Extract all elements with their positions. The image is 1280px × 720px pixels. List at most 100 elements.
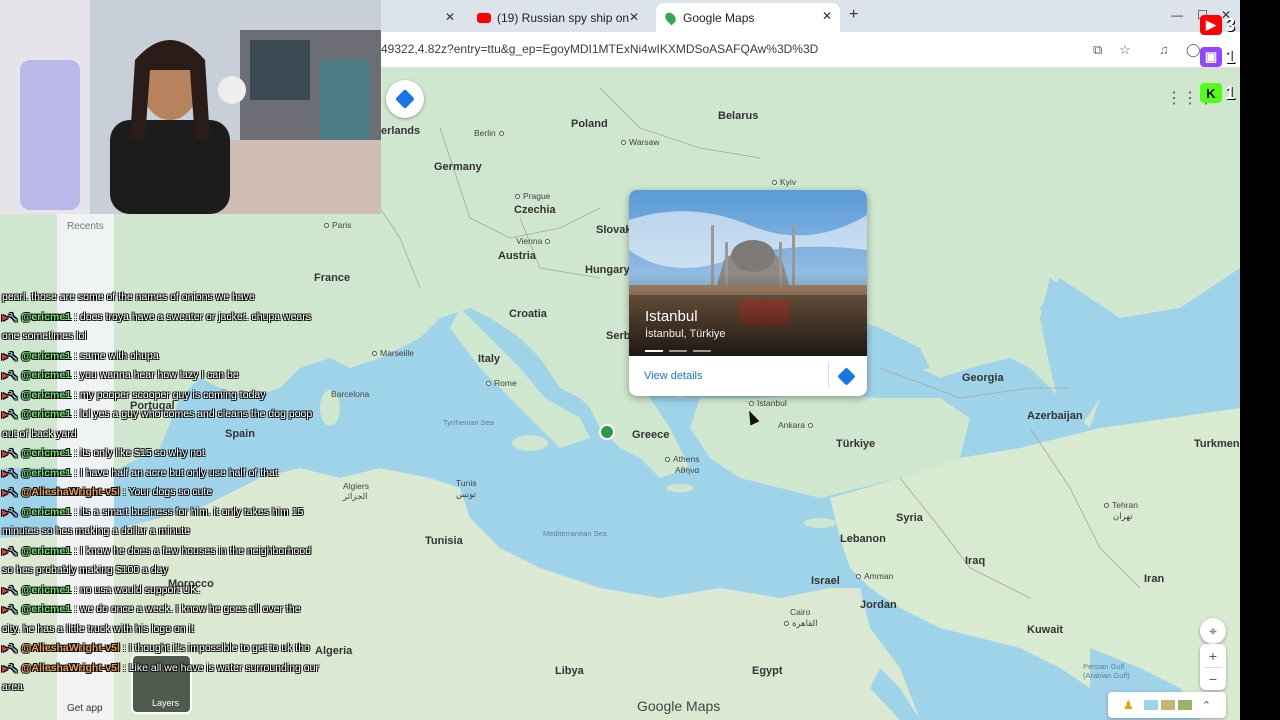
chat-message: ▶🔧 @ericme1: its a smart business for him…: [0, 503, 320, 542]
tab-previous[interactable]: ✕: [381, 4, 463, 32]
label-city: Vienna: [516, 236, 553, 246]
minimize-icon[interactable]: —: [1171, 8, 1183, 22]
label-country: Iran: [1144, 573, 1165, 585]
address-bar[interactable]: 49322,4.82z?entry=ttu&g_ep=EgoyMDI1MTExN…: [381, 32, 1240, 68]
zoom-out-button[interactable]: −: [1209, 668, 1217, 690]
label-country: Algeria: [315, 645, 353, 657]
bookmark-star-icon[interactable]: ☆: [1119, 42, 1131, 58]
label-sea: (Arabian Gulf): [1083, 671, 1130, 680]
label-sea: Mediterranean Sea: [543, 529, 607, 538]
chat-username: @ericme1: [21, 388, 72, 401]
close-tab-icon[interactable]: ✕: [822, 9, 832, 23]
label-city: Cairo: [790, 607, 811, 617]
directions-icon: [837, 367, 856, 386]
kick-icon: K: [1200, 83, 1222, 103]
youtube-favicon-icon: [477, 13, 491, 23]
install-app-icon[interactable]: ⧉: [1093, 42, 1102, 58]
label-city: Ankara: [778, 420, 816, 430]
chat-username: @ericme1: [21, 505, 72, 518]
view-details-link[interactable]: View details: [644, 370, 703, 382]
chat-message: ▶🔧 @ericme1: you wanna hear how lazy I ca…: [0, 366, 320, 386]
stream-chat: pearl. those are some of the names of on…: [0, 288, 320, 698]
zoom-in-button[interactable]: +: [1209, 645, 1217, 667]
chat-text: : same with chupa: [74, 349, 159, 362]
chat-username: @ericme1: [21, 310, 72, 323]
chat-message: ▶🔧 @ericme1: its only like $15 so why not: [0, 444, 320, 464]
chat-username: @AlieshaWright-v5l: [21, 642, 120, 654]
label-city: Athens: [665, 454, 699, 464]
card-directions-button[interactable]: [837, 367, 857, 387]
close-tab-icon[interactable]: ✕: [445, 10, 455, 24]
layer-thumb-icon[interactable]: [1177, 700, 1192, 710]
chat-text: : Your dogs so cute: [122, 486, 213, 498]
place-photo[interactable]: Istanbul İstanbul, Türkiye: [629, 190, 867, 356]
place-subtitle: İstanbul, Türkiye: [645, 328, 726, 340]
label-partial: erlands: [381, 125, 421, 137]
get-app-button[interactable]: Get app: [67, 703, 103, 714]
profile-icon[interactable]: ◯: [1186, 42, 1201, 58]
platform-badge-icon: ▶🔧: [2, 351, 19, 361]
label-country: Iraq: [965, 555, 986, 567]
label-city: Prague: [515, 191, 550, 201]
close-tab-icon[interactable]: ✕: [629, 10, 639, 24]
layers-label: Layers: [152, 698, 180, 708]
label-country: Austria: [498, 250, 536, 262]
chat-username: @ericme1: [21, 603, 72, 615]
chat-text: : I have half an acre but only use half …: [74, 466, 278, 479]
pegman-icon[interactable]: ♟: [1123, 698, 1134, 712]
media-control-icon[interactable]: ♫: [1159, 42, 1169, 57]
webcam-image: [0, 0, 381, 214]
url-text[interactable]: 49322,4.82z?entry=ttu&g_ep=EgoyMDI1MTExN…: [381, 42, 818, 56]
location-icon: ⌖: [1209, 622, 1217, 639]
chat-text: : my pooper scooper guy is coming today: [74, 388, 266, 401]
maps-favicon-icon: [663, 10, 678, 25]
saved-place-pin-icon[interactable]: [599, 424, 615, 440]
chat-message: ▶🔧 @ericme1: same with chupa: [0, 347, 320, 367]
platform-badge-icon: ▶🔧: [2, 507, 19, 517]
chat-message: ▶🔧 @ericme1: lol yes a guy who comes and …: [0, 405, 320, 444]
label-country: Syria: [896, 512, 923, 524]
my-location-button[interactable]: ⌖: [1200, 618, 1226, 644]
platform-badge-icon: ▶🔧: [2, 488, 19, 497]
expand-icon[interactable]: ⌃: [1202, 699, 1211, 712]
chat-username: @ericme1: [21, 466, 72, 479]
chat-message: ▶🔧 @ericme1: no usa would support UK.: [0, 581, 320, 601]
place-card[interactable]: Istanbul İstanbul, Türkiye View details: [629, 190, 867, 396]
chat-username: @ericme1: [21, 349, 72, 362]
label-city: الجزائر: [343, 491, 368, 501]
place-title: Istanbul: [645, 308, 698, 325]
label-city: Kyiv: [772, 177, 796, 187]
label-city: Marseille: [372, 348, 414, 358]
label-country: Azerbaijan: [1027, 410, 1083, 422]
chat-text: : its only like $15 so why not: [74, 447, 205, 459]
new-tab-icon[interactable]: +: [849, 6, 858, 24]
chat-message: ▶🔧 @ericme1: does troya have a sweater or…: [0, 308, 320, 347]
platform-badge-icon: ▶🔧: [2, 390, 19, 400]
label-country: Hungary: [585, 264, 630, 276]
recents-label[interactable]: Recents: [67, 221, 104, 232]
label-city: تهران: [1113, 511, 1133, 521]
directions-button[interactable]: [386, 80, 424, 118]
label-country: Germany: [434, 161, 482, 173]
twitch-icon: ▣: [1200, 47, 1222, 67]
label-city: Amman: [856, 571, 893, 581]
platform-badge-icon: ▶🔧: [2, 546, 19, 556]
directions-icon: [395, 89, 415, 109]
label-country: Turkmen: [1194, 438, 1240, 450]
divider: [828, 362, 829, 388]
kick-viewers: K 1: [1200, 80, 1240, 106]
chat-message: ▶🔧 @AlieshaWright-v5l: I thought it's imp…: [0, 639, 320, 659]
label-city: Berlin: [474, 128, 507, 138]
label-country: Croatia: [509, 308, 547, 320]
tab-google-maps[interactable]: Google Maps ✕: [656, 3, 840, 32]
layer-thumb-icon[interactable]: [1160, 700, 1175, 710]
label-city: Tehran: [1104, 500, 1138, 510]
label-city: القاهرة: [784, 618, 817, 629]
chat-text: : no usa would support UK.: [74, 583, 201, 596]
platform-badge-icon: ▶🔧: [2, 371, 19, 380]
chat-username: @ericme1: [21, 369, 72, 381]
layer-thumb-icon[interactable]: [1143, 700, 1158, 710]
tab-youtube[interactable]: (19) Russian spy ship on ed ✕: [467, 4, 647, 32]
youtube-icon: ▶: [1200, 15, 1222, 35]
youtube-viewers: ▶ 3: [1200, 12, 1240, 38]
